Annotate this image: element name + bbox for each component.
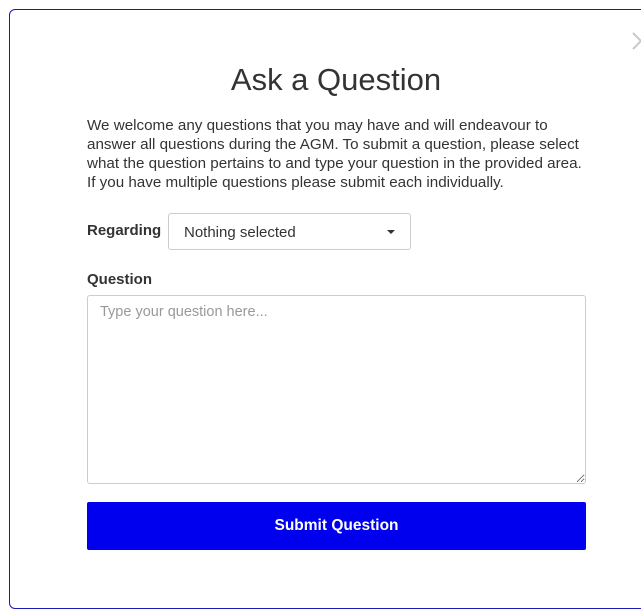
ask-question-modal: Ask a Question We welcome any questions … <box>9 9 641 609</box>
submit-question-button[interactable]: Submit Question <box>87 502 586 550</box>
regarding-label: Regarding <box>87 222 162 239</box>
question-textarea[interactable] <box>87 295 586 484</box>
close-icon[interactable] <box>630 30 641 54</box>
caret-down-icon <box>387 230 395 234</box>
modal-title: Ask a Question <box>230 62 442 97</box>
regarding-selected-value: Nothing selected <box>184 224 296 241</box>
regarding-select[interactable]: Nothing selected <box>168 213 411 250</box>
intro-text: We welcome any questions that you may ha… <box>87 117 582 191</box>
question-label: Question <box>87 271 153 288</box>
